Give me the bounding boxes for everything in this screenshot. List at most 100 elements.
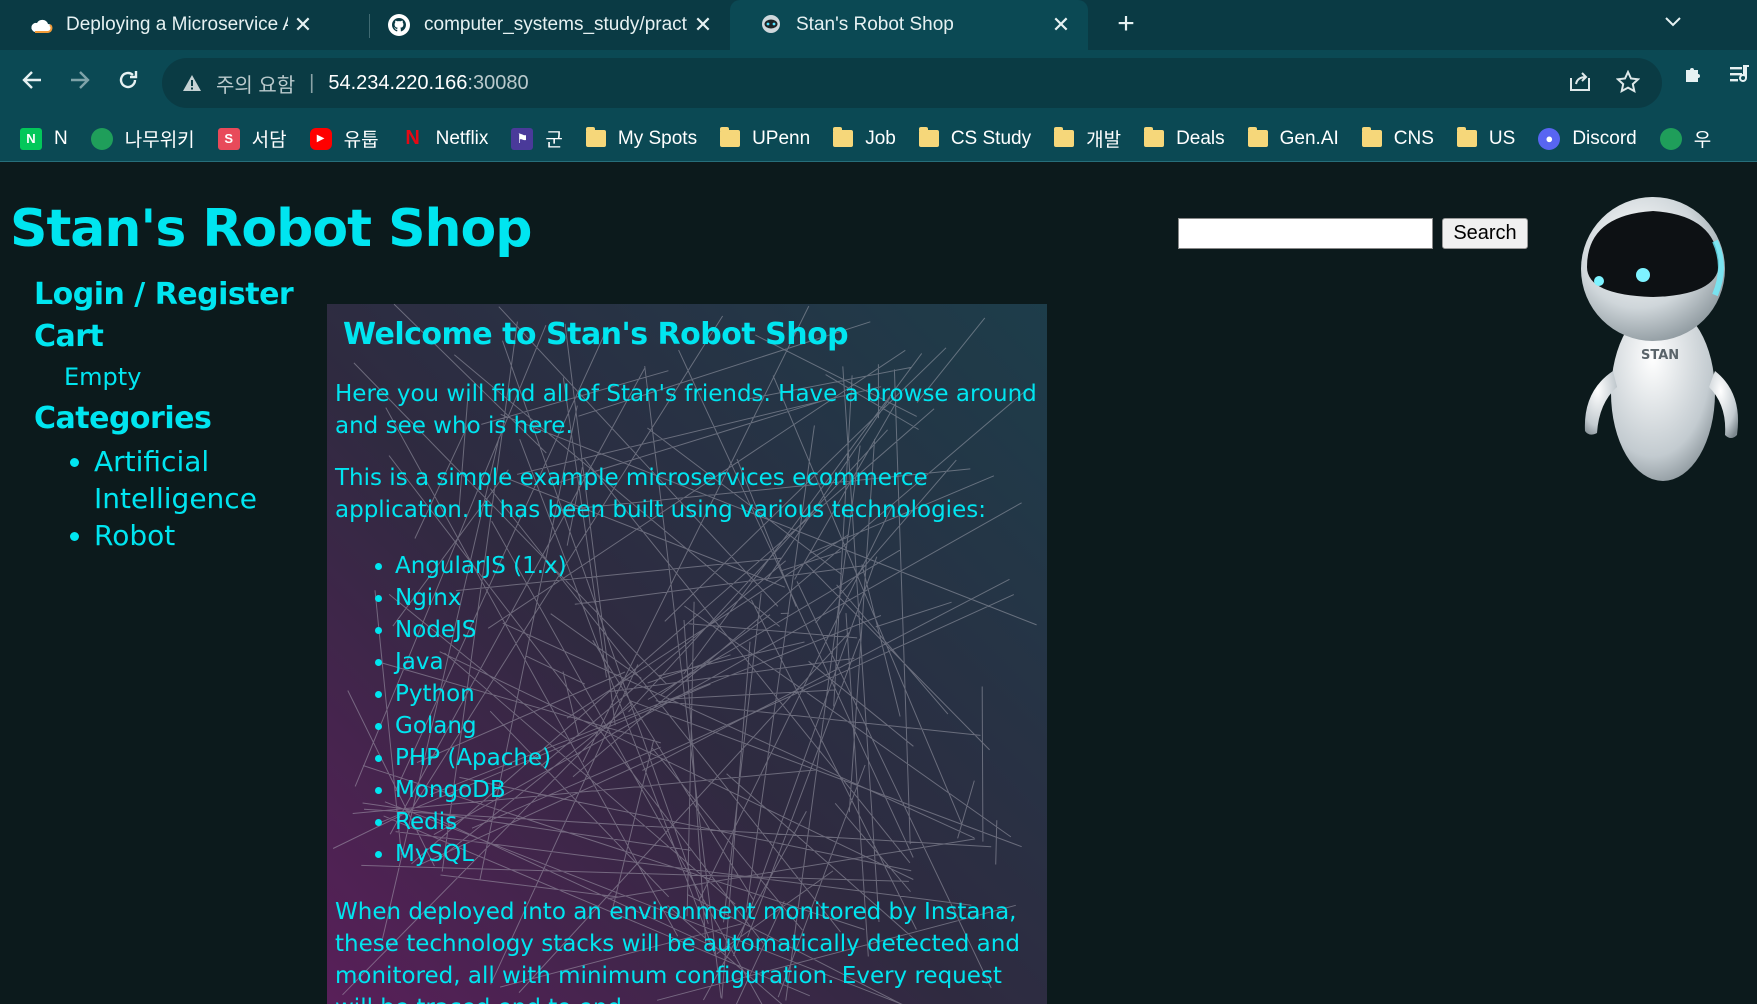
namuwiki-icon (90, 127, 113, 150)
tab-strip: Deploying a Microservice Appli ✕ compute… (0, 0, 1757, 50)
reload-icon[interactable] (108, 62, 148, 102)
bookmark-label: Netflix (435, 127, 489, 149)
bookmark-label: Gen.AI (1279, 127, 1339, 149)
bookmark-label: 서담 (251, 130, 287, 151)
technology-list: AngularJS (1.x)NginxNodeJSJavaPythonGola… (335, 550, 1039, 870)
bookmark-item[interactable]: ⚑ 군 (511, 125, 563, 152)
site-title[interactable]: Stan's Robot Shop (10, 199, 532, 259)
back-arrow-icon[interactable] (12, 62, 52, 102)
close-icon[interactable]: ✕ (1046, 12, 1076, 38)
address-separator: | (309, 71, 315, 94)
technology-item: Java (395, 646, 1039, 678)
bookmark-item[interactable]: Deals (1144, 127, 1225, 150)
bookmark-item[interactable]: US (1456, 127, 1516, 150)
folder-icon (1054, 127, 1075, 147)
address-bar[interactable]: 주의 요함 | 54.234.220.166 :30080 (162, 58, 1662, 108)
category-link-artificial-intelligence[interactable]: Artificial Intelligence (94, 443, 304, 517)
bookmark-item[interactable]: CNS (1361, 127, 1434, 150)
bookmark-item[interactable]: 나무위키 (90, 125, 195, 152)
folder-icon (585, 127, 606, 147)
bookmark-item[interactable]: Gen.AI (1247, 127, 1339, 150)
youtube-icon: ▶ (309, 127, 332, 150)
tab-title: computer_systems_study/practi (424, 14, 688, 35)
technology-item: NodeJS (395, 614, 1039, 646)
address-host: 54.234.220.166 (328, 71, 468, 94)
cart-link[interactable]: Cart (34, 319, 104, 354)
bookmark-item[interactable]: ▶ 유툽 (309, 125, 379, 152)
bookmark-label: 우 (1693, 130, 1712, 151)
cart-status: Empty (64, 363, 142, 391)
search-input[interactable] (1178, 218, 1433, 249)
bookmark-label: 나무위키 (124, 130, 195, 151)
bookmark-label: My Spots (617, 127, 698, 149)
tab-deploying[interactable]: Deploying a Microservice Appli ✕ (0, 0, 330, 50)
robot-label: STAN (1641, 348, 1679, 363)
search-button[interactable]: Search (1442, 218, 1528, 249)
technology-item: Redis (395, 806, 1039, 838)
tab-robot-shop[interactable]: Stan's Robot Shop ✕ (730, 0, 1088, 50)
extensions-puzzle-icon[interactable] (1682, 62, 1706, 93)
seodam-icon: S (217, 127, 240, 150)
folder-icon (720, 127, 741, 147)
bookmark-label: CS Study (950, 127, 1032, 149)
bookmark-item[interactable]: UPenn (720, 127, 811, 150)
stan-robot-mascot: STAN (1581, 197, 1739, 481)
tech-intro-paragraph: This is a simple example microservices e… (335, 465, 986, 523)
bookmarks-bar: N N 나무위키 S 서담 ▶ 유툽 N Netflix ⚑ 군 My Spots UPenn Job CS… (0, 116, 1757, 162)
close-icon[interactable]: ✕ (288, 12, 318, 38)
bookmark-label: 군 (545, 130, 563, 151)
bookmark-item[interactable]: 우 (1659, 125, 1712, 152)
folder-icon (1247, 127, 1268, 147)
tab-title: Deploying a Microservice Appli (66, 14, 288, 35)
bookmark-item[interactable]: My Spots (585, 127, 698, 150)
category-link-robot[interactable]: Robot (94, 517, 304, 554)
robot-icon (758, 12, 784, 38)
bookmark-label: 유툽 (343, 130, 379, 151)
reading-list-icon[interactable] (1728, 62, 1752, 93)
bookmark-star-icon[interactable] (1615, 69, 1641, 100)
toolbar-extensions (1682, 62, 1752, 93)
technology-item: Golang (395, 710, 1039, 742)
bookmark-label: Job (865, 127, 896, 149)
warning-triangle-icon[interactable] (180, 71, 204, 95)
technology-item: MongoDB (395, 774, 1039, 806)
bookmark-item[interactable]: NN (20, 127, 68, 150)
instana-paragraph: When deployed into an environment monito… (335, 899, 1020, 1004)
bookmark-label: N (54, 127, 68, 149)
naver-icon: N (20, 127, 42, 150)
technology-item: AngularJS (1.x) (395, 550, 1039, 582)
bookmark-label: Deals (1176, 127, 1225, 149)
folder-icon (1361, 127, 1382, 147)
intro-paragraph: Here you will find all of Stan's friends… (335, 381, 1037, 439)
browser-toolbar: 주의 요함 | 54.234.220.166 :30080 (0, 50, 1757, 116)
categories-heading: Categories (34, 401, 212, 436)
forward-arrow-icon[interactable] (60, 62, 100, 102)
page-viewport: Stan's Robot Shop Search STAN Login / Re… (0, 163, 1757, 1004)
share-icon[interactable] (1568, 70, 1592, 100)
bookmark-label: UPenn (752, 127, 811, 149)
technology-item: MySQL (395, 838, 1039, 870)
bookmark-label: 개발 (1086, 130, 1122, 151)
category-list: Artificial Intelligence Robot (64, 443, 304, 554)
cloud-icon (28, 12, 54, 38)
bookmark-item[interactable]: CS Study (918, 127, 1032, 150)
folder-icon (1456, 127, 1477, 147)
close-icon[interactable]: ✕ (688, 12, 718, 38)
new-tab-button[interactable]: + (1108, 8, 1144, 42)
bookmark-item[interactable]: ● Discord (1538, 127, 1637, 150)
bookmark-label: Discord (1572, 127, 1637, 149)
namuwiki-icon (1659, 127, 1682, 150)
login-register-link[interactable]: Login / Register (34, 277, 294, 312)
bookmark-item[interactable]: 개발 (1054, 125, 1121, 152)
address-port: :30080 (467, 71, 529, 94)
bookmark-item[interactable]: N Netflix (402, 127, 489, 150)
discord-icon: ● (1538, 127, 1561, 150)
bookmark-item[interactable]: S 서담 (217, 125, 287, 152)
not-secure-label: 주의 요함 (216, 74, 296, 97)
welcome-heading: Welcome to Stan's Robot Shop (343, 317, 849, 352)
tab-search-chevron-icon[interactable] (1664, 8, 1682, 34)
technology-item: Nginx (395, 582, 1039, 614)
tab-github[interactable]: computer_systems_study/practi ✕ (358, 0, 730, 50)
bookmark-item[interactable]: Job (833, 127, 896, 150)
bookmark-label: US (1488, 127, 1516, 149)
